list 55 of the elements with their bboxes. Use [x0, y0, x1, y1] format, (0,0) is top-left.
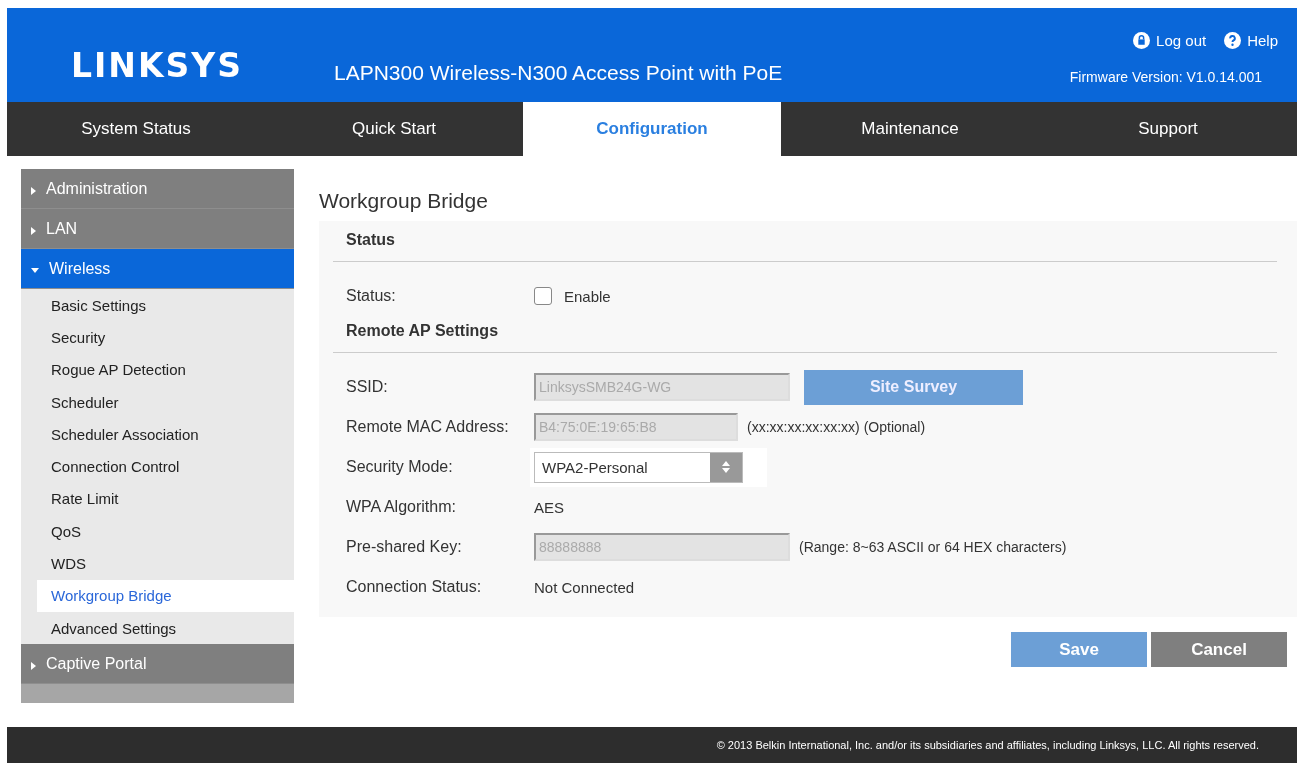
field-label: Security Mode: — [346, 458, 454, 476]
field-hint: (xx:xx:xx:xx:xx:xx) (Optional) — [747, 419, 926, 435]
field-label: Status: — [346, 287, 397, 305]
checkbox-label: Enable — [564, 287, 611, 305]
sidebar-subitem[interactable]: Connection Control — [37, 450, 294, 483]
logo: LINKSYS — [71, 46, 244, 85]
nav-tab[interactable]: Support — [1039, 102, 1297, 156]
sidebar-label: LAN — [46, 219, 78, 238]
field-label: SSID: — [346, 378, 389, 396]
sidebar-subitem[interactable]: QoS — [37, 515, 294, 548]
caret-down-icon — [31, 268, 39, 273]
caret-right-icon — [31, 186, 36, 195]
field-value: AES — [534, 498, 564, 516]
sidebar-subitem[interactable]: Workgroup Bridge — [37, 579, 294, 612]
sidebar-subitem[interactable]: Scheduler — [37, 385, 294, 419]
sidebar-subitem[interactable]: WDS — [37, 547, 294, 580]
copyright-text: © 2013 Belkin International, Inc. and/or its subsidiaries and affiliates, including Linksys, LLC. All rights reserved. — [716, 739, 1259, 751]
sidebar-item[interactable]: Captive Portal — [21, 644, 294, 685]
field-label: Pre-shared Key: — [346, 538, 463, 556]
checkbox[interactable] — [534, 287, 552, 305]
field-label: Connection Status: — [346, 578, 483, 596]
sidebar-label: Wireless — [49, 259, 111, 278]
section-title: Status — [333, 225, 1277, 262]
sidebar-item[interactable]: LAN — [21, 209, 294, 249]
dropdown[interactable]: WPA2-Personal — [534, 451, 743, 483]
sidebar-subitem[interactable]: Rate Limit — [37, 482, 294, 516]
caret-right-icon — [31, 226, 36, 235]
help-icon — [1224, 32, 1242, 49]
firmware-version: Firmware Version: V1.0.14.001 — [1069, 69, 1262, 85]
sidebar-label: Captive Portal — [46, 654, 147, 673]
sidebar-subitem[interactable]: Advanced Settings — [37, 611, 294, 645]
spinner-icon — [710, 452, 742, 482]
product-title: LAPN300 Wireless-N300 Access Point with PoE — [334, 61, 784, 85]
field-value: Not Connected — [534, 578, 635, 596]
sidebar-item[interactable]: Wireless — [21, 249, 294, 289]
sidebar-item[interactable]: Administration — [21, 169, 294, 209]
nav-tab[interactable]: Quick Start — [265, 102, 523, 156]
page-title: Workgroup Bridge — [319, 189, 489, 213]
sidebar-subitem[interactable]: Rogue AP Detection — [37, 353, 294, 386]
field-label: WPA Algorithm: — [346, 498, 457, 516]
cancel-button[interactable]: Cancel — [1151, 632, 1287, 667]
help-link[interactable]: Help — [1247, 32, 1278, 49]
logout-link[interactable]: Log out — [1156, 32, 1207, 49]
nav-tab[interactable]: Configuration — [523, 102, 781, 156]
caret-right-icon — [31, 661, 36, 670]
nav-tab[interactable]: System Status — [7, 102, 265, 156]
section-title: Remote AP Settings — [333, 316, 1277, 353]
field-hint: (Range: 8~63 ASCII or 64 HEX characters) — [799, 539, 1067, 555]
sidebar-subitem[interactable]: Security — [37, 321, 294, 354]
sidebar-subitem[interactable]: Scheduler Association — [37, 418, 294, 451]
nav-tab[interactable]: Maintenance — [781, 102, 1039, 156]
sidebar-subitem[interactable]: Basic Settings — [37, 289, 294, 322]
lock-icon — [1133, 32, 1151, 49]
field-label: Remote MAC Address: — [346, 418, 510, 436]
sidebar-label: Administration — [46, 179, 148, 198]
